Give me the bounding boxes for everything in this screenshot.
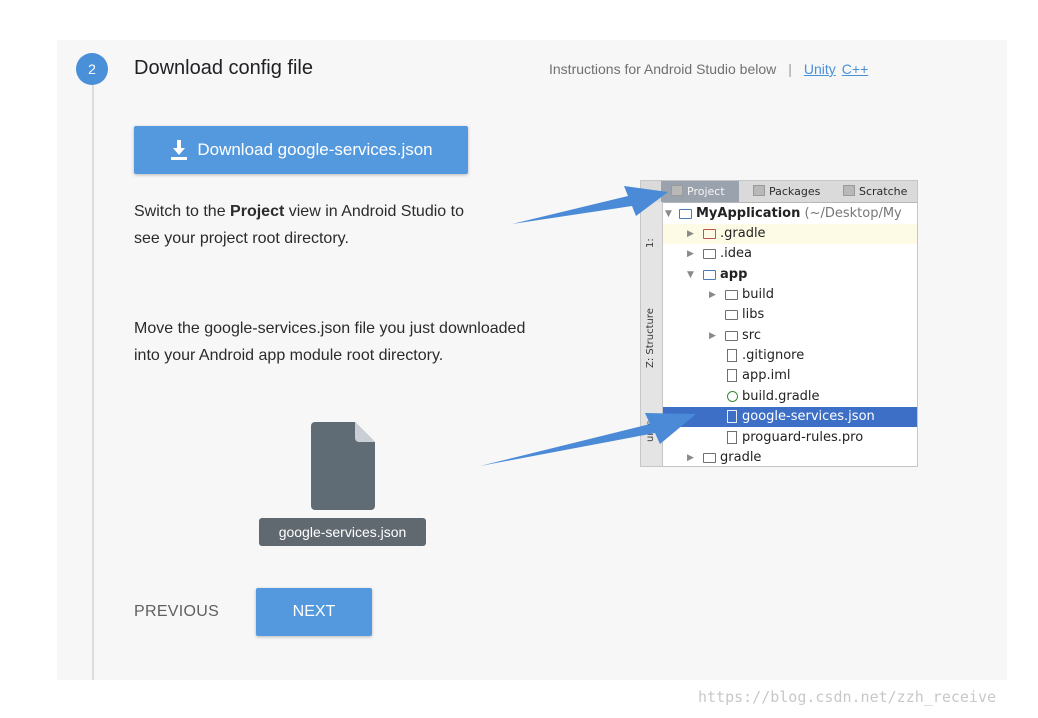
tab-label: Project: [687, 185, 725, 198]
tab-label: Scratche: [859, 185, 908, 198]
json-file-icon: [727, 410, 737, 423]
instructions-separator: |: [788, 61, 792, 77]
tree-item-label: google-services.json: [742, 409, 875, 424]
expand-arrow-icon: ▼: [665, 209, 672, 219]
tree-item-label: .gradle: [720, 226, 766, 241]
tree-item-build-gradle: build.gradle: [663, 387, 917, 407]
step-connector-line: [92, 84, 94, 680]
tree-item-label: .idea: [720, 246, 752, 261]
collapse-arrow-icon: ▶: [709, 331, 716, 341]
tab-packages: Packages: [753, 181, 820, 202]
project-keyword: Project: [230, 203, 285, 220]
instructions-text: Instructions for Android Studio below: [549, 61, 777, 77]
tree-item-label: .gitignore: [742, 348, 805, 363]
platform-instructions: Instructions for Android Studio below | Un…: [549, 61, 874, 77]
tree-item-root: ▼ MyApplication (~/Desktop/My: [663, 204, 917, 224]
expand-arrow-icon: ▼: [687, 270, 694, 280]
file-icon: [727, 369, 737, 382]
tree-item-label: app: [720, 267, 748, 282]
tab-label: Packages: [769, 185, 821, 198]
sidebar-captures-label: ures: [645, 420, 656, 442]
folder-icon: [725, 331, 738, 341]
folder-icon: [703, 249, 716, 259]
next-button[interactable]: NEXT: [256, 588, 372, 636]
collapse-arrow-icon: ▶: [687, 453, 694, 463]
module-folder-icon: [703, 270, 716, 280]
folder-icon: [725, 290, 738, 300]
file-name-label: google-services.json: [259, 518, 426, 546]
collapse-arrow-icon: ▶: [709, 290, 716, 300]
tree-item-label: proguard-rules.pro: [742, 430, 864, 445]
tab-project: Project: [661, 181, 739, 202]
unity-link[interactable]: Unity: [804, 61, 836, 77]
tree-item-label: src: [742, 328, 761, 343]
tree-item-src: ▶ src: [663, 326, 917, 346]
download-icon: [171, 140, 188, 160]
tree-item-path: (~/Desktop/My: [804, 206, 902, 221]
sidebar-structure-label: Z: Structure: [645, 308, 656, 368]
tree-item-gitignore: .gitignore: [663, 346, 917, 366]
folder-icon: [703, 453, 716, 463]
tree-item-label: app.iml: [742, 368, 791, 383]
switch-view-instruction: Switch to the Project view in Android St…: [134, 198, 474, 252]
scratches-tab-icon: [843, 185, 855, 196]
tree-item-gradle-dir: ▶ .gradle: [663, 224, 917, 244]
file-icon: [727, 349, 737, 362]
project-tree: ▼ MyApplication (~/Desktop/My ▶ .gradle …: [663, 202, 917, 466]
tab-scratches: Scratche: [843, 181, 907, 202]
tree-item-label: libs: [742, 307, 765, 322]
file-icon: [727, 431, 737, 444]
tree-item-google-services: google-services.json: [663, 407, 917, 427]
tree-item-idea: ▶ .idea: [663, 244, 917, 264]
module-folder-icon: [679, 209, 692, 219]
previous-button[interactable]: PREVIOUS: [134, 603, 219, 621]
folder-icon: [725, 310, 738, 320]
project-tab-icon: [671, 185, 683, 196]
watermark: https://blog.csdn.net/zzh_receive: [698, 688, 997, 706]
sidebar-project-label: 1:: [645, 238, 656, 248]
download-button-label: Download google-services.json: [197, 140, 433, 159]
collapse-arrow-icon: ▶: [687, 229, 694, 239]
move-file-instruction: Move the google-services.json file you j…: [134, 320, 526, 364]
tree-item-label: build.gradle: [742, 389, 820, 404]
tree-item-app: ▼ app: [663, 265, 917, 285]
tree-item-gradle: ▶ gradle: [663, 448, 917, 466]
tool-window-sidebar: 1: Z: Structure ures: [641, 202, 663, 466]
tree-item-label: build: [742, 287, 774, 302]
tree-item-label: gradle: [720, 450, 762, 465]
tree-item-proguard: proguard-rules.pro: [663, 428, 917, 448]
file-icon[interactable]: [311, 422, 375, 510]
step-number-badge: 2: [76, 53, 108, 85]
instruction-text: Switch to the: [134, 203, 231, 220]
tree-item-app-iml: app.iml: [663, 366, 917, 386]
packages-tab-icon: [753, 185, 765, 196]
tree-item-build: ▶ build: [663, 285, 917, 305]
step-title: Download config file: [134, 57, 313, 79]
android-studio-screenshot: Project Packages Scratche 1: Z: Structur…: [640, 180, 918, 467]
download-config-button[interactable]: Download google-services.json: [134, 126, 468, 174]
folder-icon: [703, 229, 716, 239]
collapse-arrow-icon: ▶: [687, 249, 694, 259]
tree-item-libs: libs: [663, 305, 917, 325]
cpp-link[interactable]: C++: [842, 61, 868, 77]
gradle-icon: [727, 391, 738, 402]
tool-window-tabs: Project Packages Scratche: [641, 181, 917, 203]
tree-item-label: MyApplication: [696, 206, 801, 221]
